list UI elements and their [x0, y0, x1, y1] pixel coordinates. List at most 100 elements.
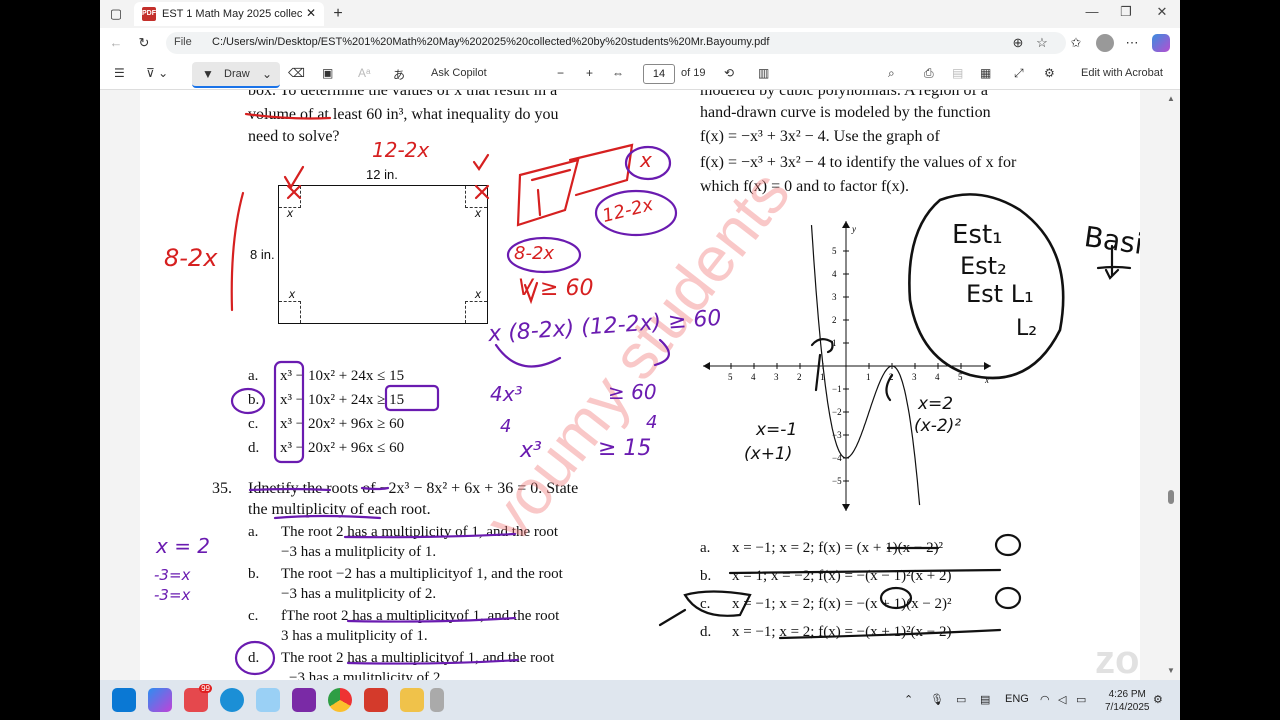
refresh-icon[interactable]: ↻: [136, 35, 152, 51]
tab-close-icon[interactable]: ✕: [306, 6, 316, 20]
ink-text-est3: Est L₁: [966, 280, 1034, 308]
favorite-icon[interactable]: ☆: [1034, 35, 1050, 51]
zoom-app-icon[interactable]: 99: [184, 684, 212, 712]
pdf-app-icon[interactable]: [364, 688, 388, 712]
notification-icon[interactable]: ⚙: [1153, 693, 1163, 706]
scroll-down-icon[interactable]: ▼: [1167, 666, 1175, 675]
ink-box-ge15: [384, 384, 440, 412]
ink-underline-a: [343, 532, 517, 539]
contents-icon[interactable]: ☰: [114, 66, 125, 80]
url-field[interactable]: File C:/Users/win/Desktop/EST%201%20Math…: [166, 32, 1066, 54]
save-icon[interactable]: ▤: [952, 66, 963, 80]
pdf-icon: PDF: [142, 7, 156, 21]
ink-hook-2: [885, 373, 894, 402]
usb-icon[interactable]: [430, 688, 444, 712]
tab-pdf[interactable]: PDF EST 1 Math May 2025 collected b ✕: [134, 2, 324, 26]
read-aloud-icon[interactable]: あ: [393, 66, 405, 83]
chrome-icon[interactable]: [328, 688, 352, 712]
rotate-icon[interactable]: ⟲: [724, 66, 734, 80]
zoom-logo: zoom: [1095, 638, 1140, 680]
ink-strike-b: [728, 568, 1002, 575]
copilot-app-icon[interactable]: [148, 688, 172, 712]
pen-icon: ▼: [202, 67, 214, 81]
sidebar-toggle-icon[interactable]: ▢: [108, 6, 124, 22]
snipping-tool-icon[interactable]: [256, 688, 280, 712]
clock[interactable]: 4:26 PM 7/14/2025: [1105, 688, 1150, 714]
print-icon[interactable]: ⎙: [924, 66, 934, 81]
zoom-icon[interactable]: ⊕: [1010, 35, 1026, 51]
edit-acrobat-button[interactable]: Edit with Acrobat: [1081, 67, 1163, 79]
zoom-out-icon[interactable]: −: [557, 66, 564, 80]
back-icon[interactable]: ←: [108, 35, 124, 51]
mic-icon[interactable]: 🎙: [930, 693, 944, 706]
edge-icon[interactable]: [220, 688, 244, 712]
meet-icon[interactable]: ▭: [956, 693, 966, 706]
new-tab-icon[interactable]: +: [330, 6, 346, 22]
ink-circle-minus: [879, 586, 913, 610]
ink-text-m3x2: -3=x: [154, 586, 191, 604]
ink-text-x2b: x=2: [918, 394, 954, 414]
fullscreen-icon[interactable]: ⤢: [1014, 66, 1024, 81]
profile-icon[interactable]: [1096, 34, 1114, 52]
ink-text-xp1: (x+1): [744, 444, 793, 464]
favorites-icon[interactable]: ✩: [1068, 35, 1084, 51]
chevron-down-icon: ⌄: [262, 67, 273, 81]
onenote-icon[interactable]: [292, 688, 316, 712]
restore-icon[interactable]: ❐: [1114, 4, 1138, 20]
ink-x-tr: [474, 184, 490, 200]
scroll-thumb[interactable]: [1168, 490, 1174, 504]
ink-text-x3: x³: [520, 438, 542, 463]
ink-text-m3x: -3=x: [154, 566, 191, 584]
clock-date: 7/14/2025: [1105, 702, 1150, 713]
settings-gear-icon[interactable]: ⚙: [1044, 66, 1055, 80]
ink-text-x: x: [640, 148, 652, 172]
text-box-icon[interactable]: ▣: [322, 66, 333, 80]
fit-page-icon[interactable]: ⇔: [612, 66, 624, 80]
page-view-icon[interactable]: ▥: [758, 66, 769, 80]
ink-underline-c: [346, 616, 517, 623]
ask-copilot-button[interactable]: Ask Copilot: [431, 67, 487, 79]
notification-badge: 99: [199, 684, 212, 693]
clock-time: 4:26 PM: [1108, 689, 1146, 700]
highlight-icon[interactable]: ⊽ ⌄: [146, 66, 168, 80]
ink-tick-mark: [814, 353, 822, 392]
eraser-icon[interactable]: ⌫: [288, 66, 305, 80]
ink-box-x3: [273, 360, 305, 464]
text-format-icon[interactable]: Aᵃ: [358, 66, 370, 80]
zoom-in-icon[interactable]: +: [586, 66, 593, 80]
ink-hook-neg1: [810, 338, 834, 354]
tray-chevron-icon[interactable]: ⌃: [904, 693, 913, 706]
ink-circle-exp-a: [994, 533, 1022, 557]
language-indicator[interactable]: ENG: [1005, 693, 1029, 705]
more-icon[interactable]: ⋯: [1124, 35, 1140, 51]
ink-text-8-2x-circle: 8-2x: [514, 243, 555, 264]
scroll-up-icon[interactable]: ▲: [1167, 94, 1175, 103]
save-as-icon[interactable]: ▦: [980, 66, 991, 80]
wifi-icon[interactable]: ◠: [1040, 693, 1050, 706]
ink-text-xm1: x=-1: [756, 420, 798, 440]
ink-text-4-den2: 4: [646, 412, 658, 433]
battery-icon[interactable]: ▭: [1076, 693, 1086, 706]
page-number-input[interactable]: 14: [643, 64, 675, 84]
ink-text-l2: L₂: [1016, 316, 1038, 341]
display-icon[interactable]: ▤: [980, 693, 990, 706]
close-window-icon[interactable]: ✕: [1150, 4, 1174, 20]
file-explorer-icon[interactable]: [400, 688, 424, 712]
ink-x-tl: [286, 184, 302, 200]
browser-window: ▢ PDF EST 1 Math May 2025 collected b ✕ …: [100, 0, 1180, 720]
ink-text-ge60: ≥ 60: [608, 380, 657, 404]
draw-button[interactable]: ▼ Draw ⌄: [192, 62, 280, 88]
pdf-page: box. To determine the values of x that r…: [140, 90, 1140, 680]
ink-text-xm2: (x-2)²: [914, 416, 962, 436]
search-icon[interactable]: ⌕: [888, 66, 895, 81]
ink-underline-d: [346, 658, 520, 665]
ink-circle-b: [230, 387, 266, 415]
tab-bar: ▢ PDF EST 1 Math May 2025 collected b ✕ …: [100, 0, 1180, 28]
scrollbar[interactable]: ▲ ▼: [1162, 90, 1180, 680]
ink-text-8-2x: 8-2x: [164, 244, 218, 272]
taskbar: 99 ⌃ 🎙 ▭ ▤ ENG ◠ ◁ ▭ 4:26 PM 7/14/2025 ⚙: [100, 680, 1180, 720]
start-icon[interactable]: [112, 688, 136, 712]
copilot-icon[interactable]: [1152, 34, 1170, 52]
volume-icon[interactable]: ◁: [1058, 693, 1066, 706]
minimize-icon[interactable]: —: [1080, 4, 1104, 19]
